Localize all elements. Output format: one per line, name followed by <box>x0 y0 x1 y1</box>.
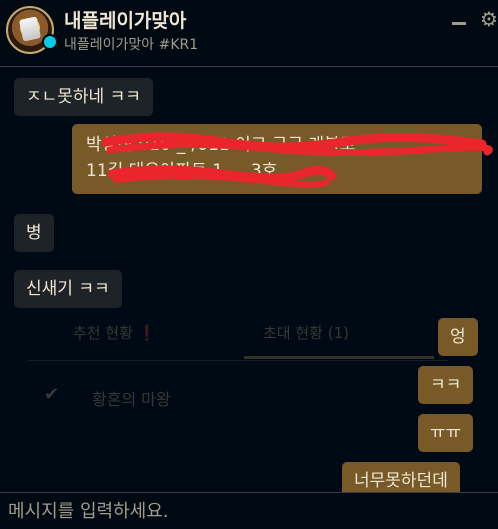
minimize-icon <box>452 22 466 25</box>
display-name: 내플레이가맞아 <box>64 10 187 32</box>
active-tab-underline <box>244 356 434 359</box>
chat-message-sent: 박성진 010-_-/011 이고 구구 개봉로 11길 대우아파트 1_ _ … <box>72 124 493 194</box>
settings-button[interactable]: ⚙ <box>478 8 498 30</box>
chat-message-received: ㅈㄴ못하네 ㅋㅋ <box>14 78 153 116</box>
invite-list-item: 황혼의 마왕 <box>92 390 171 409</box>
background-social-panel: 추천 현황 ❗ 초대 현황 (1) ✔ 황혼의 마왕 <box>28 308 448 428</box>
minimize-button[interactable] <box>448 8 470 30</box>
message-line: 박성진 010-_-/011 이고 구구 개봉로 <box>86 135 356 155</box>
avatar-emblem-icon <box>18 16 42 42</box>
chat-message-received: 신새기 ㅋㅋ <box>14 270 122 308</box>
message-line: 11길 대우아파트 1_ _ 3호 <box>86 161 278 181</box>
chat-message-sent: ㅋㅋ <box>418 366 474 404</box>
check-icon: ✔ <box>44 384 60 405</box>
message-input[interactable] <box>0 493 498 529</box>
chat-message-sent: 엉 <box>438 318 478 356</box>
settings-gear-icon: ⚙ <box>480 7 498 31</box>
riot-id: 내플레이가맞아 #KR1 <box>64 37 199 53</box>
online-status-icon <box>42 34 58 50</box>
chat-header: 내플레이가맞아 내플레이가맞아 #KR1 ⚙ <box>0 0 498 67</box>
message-input-bar <box>0 492 498 529</box>
tab-recommend-status: 추천 현황 ❗ <box>73 324 157 342</box>
chat-message-received: 병 <box>14 214 54 252</box>
chat-message-sent: ㅠㅠ <box>418 414 474 452</box>
tab-divider <box>28 360 448 361</box>
tab-invite-status: 초대 현황 (1) <box>263 324 349 342</box>
